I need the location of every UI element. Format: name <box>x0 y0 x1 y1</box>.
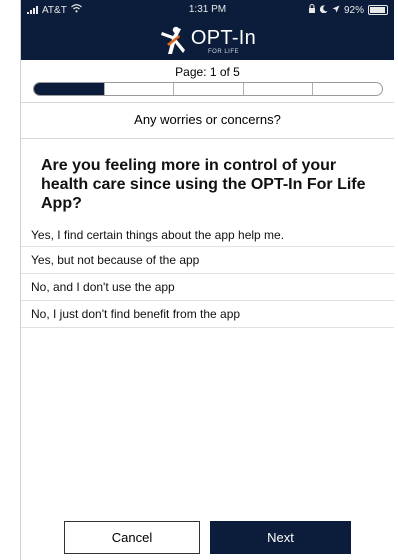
cancel-button[interactable]: Cancel <box>64 521 200 554</box>
progress-segment-divider <box>173 83 175 95</box>
opt-in-figure-icon <box>159 26 185 56</box>
progress-segment-divider <box>242 83 244 95</box>
brand-logo: OPT-In FOR LIFE <box>21 22 394 60</box>
brand-subtitle: FOR LIFE <box>207 48 239 55</box>
option-no-dont-use[interactable]: No, and I don't use the app <box>21 274 394 301</box>
battery-icon <box>368 5 388 15</box>
lock-rotation-icon <box>308 4 316 16</box>
page-indicator: Page: 1 of 5 <box>21 60 394 103</box>
progress-fill <box>34 83 104 95</box>
battery-percent: 92% <box>343 4 364 16</box>
answer-options: Yes, I find certain things about the app… <box>21 224 394 328</box>
progress-segment-divider <box>103 83 105 95</box>
progress-segment-divider <box>312 83 314 95</box>
progress-bar <box>33 82 383 96</box>
next-button[interactable]: Next <box>210 521 351 554</box>
question-text: Are you feeling more in control of your … <box>41 157 366 212</box>
brand-name: OPT-In <box>190 26 257 49</box>
page-label: Page: 1 of 5 <box>175 65 240 79</box>
option-no-benefit[interactable]: No, I just don't find benefit from the a… <box>21 301 394 328</box>
app-header: AT&T 1:31 PM 92% OPT-In FOR LIFE <box>21 0 394 60</box>
option-yes-helps[interactable]: Yes, I find certain things about the app… <box>21 224 394 247</box>
phone-screen: AT&T 1:31 PM 92% OPT-In FOR LIFE Page: 1… <box>20 0 394 560</box>
option-yes-not-app[interactable]: Yes, but not because of the app <box>21 247 394 274</box>
location-icon <box>332 5 340 16</box>
section-title: Any worries or concerns? <box>21 102 394 139</box>
status-bar: AT&T 1:31 PM 92% <box>21 0 394 22</box>
moon-icon <box>319 4 328 16</box>
